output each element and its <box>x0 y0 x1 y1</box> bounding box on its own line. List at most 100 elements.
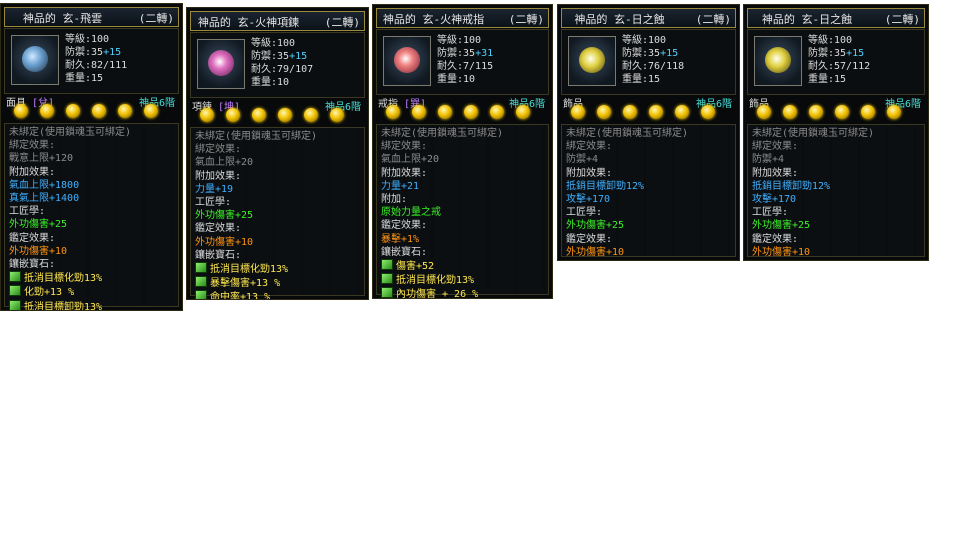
defense-bonus: +15 <box>103 47 122 58</box>
ornament-icon <box>579 47 605 73</box>
upgrade-gem-icon <box>386 105 400 119</box>
upgrade-gem-icon <box>92 104 106 118</box>
defense-value: 防禦:35 <box>622 48 661 59</box>
item-turn: (二轉) <box>138 12 174 25</box>
item-details: 未綁定(使用鎖魂玉可綁定) 綁定效果: 防禦+4 附加效果: 抵銷目標卸勁12% 攻擊+1… <box>561 124 736 258</box>
upgrade-gem-icon <box>887 105 901 119</box>
detail-line: 工匠學: <box>752 207 789 219</box>
upgrade-gem-icon <box>490 105 504 119</box>
item-summary: 等級:100 防禦:35+31 耐久:7/115 重量:10 <box>376 29 549 95</box>
detail-line: 暴擊+1% <box>381 233 420 245</box>
title-bar: 神品的 玄-火神項鍊 (二轉) <box>190 11 365 31</box>
item-title: 神品的 玄-火神項鍊 <box>197 16 300 29</box>
detail-line: 工匠學: <box>9 206 46 218</box>
item-details: 未綁定(使用鎖魂玉可綁定) 綁定效果: 氣血上限+20 附加效果: 力量+19 工匠學: 外… <box>190 127 365 299</box>
detail-line: 鑑定效果: <box>752 233 799 245</box>
upgrade-gem-icon <box>835 105 849 119</box>
defense-stat: 防禦:35+31 <box>437 47 493 60</box>
defense-bonus: +15 <box>660 48 679 59</box>
item-icon-frame <box>754 36 802 86</box>
upgrade-gem-icon <box>597 105 611 119</box>
socket-gem: 抵消目標化勁13% <box>381 273 544 287</box>
durability-stat: 耐久:76/118 <box>622 61 685 72</box>
ring-icon <box>394 47 420 73</box>
item-stats: 等級:100 防禦:35+31 耐久:7/115 重量:10 <box>437 34 493 86</box>
weight-stat: 重量:15 <box>808 74 847 85</box>
title-bar: 神品的 玄-日之蝕 (二轉) <box>561 8 736 28</box>
detail-line: 氣血上限+20 <box>381 154 440 166</box>
detail-line: 附加效果: <box>195 170 242 182</box>
title-bar: 神品的 玄-火神戒指 (二轉) <box>376 8 549 28</box>
upgrade-gem-icon <box>675 105 689 119</box>
gem-effect: 抵消目標化勁13% <box>210 264 289 276</box>
detail-line: 綁定效果: <box>195 144 242 156</box>
item-icon-frame <box>383 36 431 86</box>
detail-line: 防禦+4 <box>752 154 785 166</box>
defense-value: 防禦:35 <box>437 48 476 59</box>
detail-line: 鑑定效果: <box>566 233 613 245</box>
socket-gem: 命中率+13 % <box>195 290 360 300</box>
tooltip-card-3: 神品的 玄-日之蝕 (二轉) 等級:100 防禦:35+15 耐久:76/118 重量:1… <box>557 4 740 261</box>
detail-line: 外功傷害+25 <box>566 220 625 232</box>
detail-line: 附加效果: <box>566 167 613 179</box>
level-stat: 等級:100 <box>251 38 296 49</box>
detail-line: 力量+19 <box>195 183 234 195</box>
socket-gem: 化勁+13 % <box>9 285 174 299</box>
weight-stat: 重量:15 <box>622 74 661 85</box>
gem-icon <box>9 299 21 310</box>
defense-stat: 防禦:35+15 <box>622 47 684 60</box>
title-bar: 神品的 玄-日之蝕 (二轉) <box>747 8 925 28</box>
gem-effect: 內功傷害 + 26 % <box>396 289 479 299</box>
detail-line: 綁定效果: <box>752 141 799 153</box>
upgrade-gem-icon <box>623 105 637 119</box>
socket-gem: 暴擊傷害+13 % <box>195 276 360 290</box>
gem-icon <box>195 262 207 274</box>
item-details: 未綁定(使用鎖魂玉可綁定) 綁定效果: 防禦+4 附加效果: 抵銷目標卸勁12% 攻擊+1… <box>747 124 925 258</box>
upgrade-gem-icon <box>118 104 132 118</box>
upgrade-gem-icon <box>66 104 80 118</box>
detail-line: 鑲嵌寶石: <box>381 246 428 258</box>
slot-row: 飾品 神品6階 <box>747 95 925 123</box>
detail-line: 外功傷害+25 <box>195 210 254 222</box>
item-title: 神品的 玄-日之蝕 <box>574 13 665 26</box>
gem-effect: 暴擊傷害+13 % <box>210 278 281 290</box>
slot-row: 項鍊 [坤] 神品6階 <box>190 98 365 126</box>
upgrade-gem-icon <box>464 105 478 119</box>
gem-effect: 命中率+13 % <box>210 292 271 300</box>
detail-line: 防禦+4 <box>566 154 599 166</box>
durability-stat: 耐久:7/115 <box>437 61 494 72</box>
item-stats: 等級:100 防禦:35+15 耐久:57/112 重量:15 <box>808 34 870 86</box>
item-turn: (二轉) <box>695 13 731 26</box>
item-turn: (二轉) <box>884 13 920 26</box>
detail-line: 鑑定效果: <box>381 220 428 232</box>
upgrade-gem-icon <box>304 108 318 122</box>
item-turn: (二轉) <box>324 16 360 29</box>
detail-line: 氣血上限+1800 <box>9 179 80 191</box>
upgrade-gem-icon <box>330 108 344 122</box>
item-details: 未綁定(使用鎖魂玉可綁定) 綁定效果: 氣血上限+20 附加效果: 力量+21 附加: 原始… <box>376 124 549 298</box>
gem-effect: 抵消目標化勁13% <box>396 275 475 287</box>
detail-line: 戰意上限+120 <box>9 153 74 165</box>
item-summary: 等級:100 防禦:35+15 耐久:57/112 重量:15 <box>747 29 925 95</box>
level-stat: 等級:100 <box>622 35 667 46</box>
detail-line: 工匠學: <box>195 197 232 209</box>
upgrade-gem-icon <box>571 105 585 119</box>
necklace-icon <box>208 50 234 76</box>
item-title: 神品的 玄-火神戒指 <box>382 13 485 26</box>
upgrade-gem-icon <box>757 105 771 119</box>
item-icon-frame <box>568 36 616 86</box>
tooltip-card-2: 神品的 玄-火神戒指 (二轉) 等級:100 防禦:35+31 耐久:7/115 重量:1… <box>372 4 553 299</box>
upgrade-gem-icon <box>438 105 452 119</box>
detail-line: 綁定效果: <box>381 141 428 153</box>
detail-line: 未綁定(使用鎖魂玉可綁定) <box>195 131 318 142</box>
detail-line: 附加效果: <box>381 167 428 179</box>
detail-line: 外功傷害+25 <box>752 220 811 232</box>
gem-effect: 抵消目標化勁13% <box>24 273 103 285</box>
detail-line: 未綁定(使用鎖魂玉可綁定) <box>752 128 875 139</box>
defense-stat: 防禦:35+15 <box>65 46 127 59</box>
detail-line: 外功傷害+10 <box>195 236 254 248</box>
detail-line: 鑑定效果: <box>9 232 56 244</box>
item-summary: 等級:100 防禦:35+15 耐久:79/107 重量:10 <box>190 32 365 98</box>
gem-effect: 抵消目標卸勁13% <box>24 301 103 311</box>
socket-gem: 傷害+52 <box>381 259 544 273</box>
